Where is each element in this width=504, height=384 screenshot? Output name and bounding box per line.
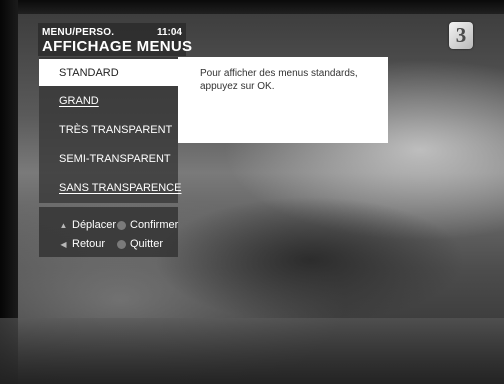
menu-item-sans-transparence[interactable]: SANS TRANSPARENCE [39, 174, 182, 201]
ok-button-icon: ● [117, 220, 126, 230]
menu-item-standard[interactable]: STANDARD [39, 59, 178, 86]
info-panel: Pour afficher des menus standards, appuy… [178, 57, 388, 143]
breadcrumb: MENU/PERSO. [42, 27, 115, 38]
legend-confirm-label: Confirmer [130, 219, 179, 231]
france-3-logo-icon: 3 [455, 23, 467, 47]
legend-move: ▲ Déplacer [59, 219, 117, 231]
background-top-band [0, 0, 504, 14]
up-down-arrows-icon: ▲ [59, 220, 68, 230]
legend-quit: ● Quitter [117, 238, 163, 250]
legend-confirm: ● Confirmer [117, 219, 178, 231]
menu-item-label: STANDARD [59, 67, 119, 79]
left-arrow-icon: ◀ [60, 239, 67, 249]
legend-quit-label: Quitter [130, 238, 164, 250]
tv-screen: MENU/PERSO. 11:04 AFFICHAGE MENUS 3 STAN… [0, 0, 504, 384]
page-title: AFFICHAGE MENUS [42, 38, 193, 55]
background-tray [0, 318, 504, 384]
clock-time: 11:04 [156, 27, 182, 38]
legend-back-label: Retour [72, 238, 106, 250]
menu-item-label: SANS TRANSPARENCE [59, 182, 182, 194]
menu-header: MENU/PERSO. 11:04 AFFICHAGE MENUS [38, 23, 192, 56]
menu-item-tres-transparent[interactable]: TRÈS TRANSPARENT [39, 116, 178, 143]
legend-move-label: Déplacer [72, 219, 117, 231]
menu-item-grand[interactable]: GRAND [39, 87, 178, 114]
menu-item-label: GRAND [59, 95, 99, 107]
menu-item-label: TRÈS TRANSPARENT [59, 124, 173, 136]
menu-item-semi-transparent[interactable]: SEMI-TRANSPARENT [39, 145, 178, 172]
channel-logo: 3 [449, 22, 473, 49]
menu-item-label: SEMI-TRANSPARENT [59, 153, 171, 165]
button-legend: ▲ Déplacer ● Confirmer ◀ Retour ● Quitte… [39, 207, 178, 257]
menu-button-icon: ● [117, 239, 126, 249]
menu-list: STANDARD GRAND TRÈS TRANSPARENT SEMI-TRA… [39, 57, 182, 203]
info-text: Pour afficher des menus standards, appuy… [200, 68, 358, 92]
legend-back: ◀ Retour [59, 238, 105, 250]
